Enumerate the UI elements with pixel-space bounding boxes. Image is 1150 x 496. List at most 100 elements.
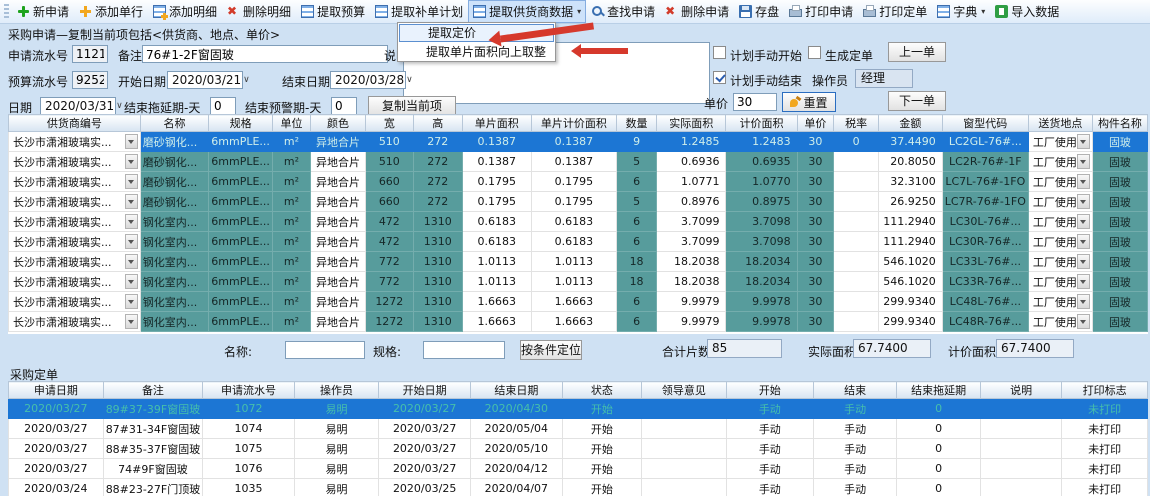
chevron-down-icon[interactable]	[1077, 274, 1090, 289]
cell[interactable]: 272	[413, 132, 462, 152]
cell[interactable]: 2020/03/27	[379, 439, 471, 459]
cell[interactable]: 手动	[726, 419, 813, 439]
cell[interactable]: 18	[617, 272, 657, 292]
cell[interactable]: 1.0770	[726, 172, 797, 192]
cell[interactable]: 1.0113	[531, 252, 617, 272]
delivery-dropdown-cell[interactable]: 工厂使用	[1028, 132, 1092, 152]
chevron-down-icon[interactable]	[125, 194, 138, 209]
cell[interactable]: 磨砂钢化...	[140, 172, 208, 192]
cell[interactable]: 20.8050	[879, 152, 943, 172]
supplier-dropdown-cell[interactable]: 长沙市潇湘玻璃实...	[9, 132, 141, 152]
cell[interactable]: 固玻	[1092, 152, 1147, 172]
chevron-down-icon[interactable]	[125, 314, 138, 329]
table-row[interactable]: 2020/03/2774#9F窗固玻1076易明2020/03/272020/0…	[9, 459, 1148, 479]
cell[interactable]: 6mmPLE...	[209, 152, 273, 172]
cell[interactable]: 手动	[726, 439, 813, 459]
column-header[interactable]: 单价	[797, 115, 833, 132]
cell[interactable]: 钢化室内...	[140, 312, 208, 332]
cell[interactable]: 6mmPLE...	[209, 292, 273, 312]
cell[interactable]: m²	[272, 172, 310, 192]
cell[interactable]: 30	[797, 132, 833, 152]
cell[interactable]: 1.0113	[462, 252, 531, 272]
cell[interactable]: LC7R-76#-1FO	[942, 192, 1028, 212]
cell[interactable]: 固玻	[1092, 252, 1147, 272]
chevron-down-icon[interactable]	[125, 294, 138, 309]
cell[interactable]: 5	[617, 192, 657, 212]
cell[interactable]: 未打印	[1062, 479, 1148, 496]
print-request-button[interactable]: 打印申请	[784, 0, 858, 23]
delivery-dropdown-cell[interactable]: 工厂使用	[1028, 272, 1092, 292]
cell[interactable]: 磨砂钢化...	[140, 132, 208, 152]
table-row[interactable]: 2020/03/2789#37-39F窗固玻1072易明2020/03/2720…	[9, 399, 1148, 419]
cell[interactable]: 2020/05/04	[471, 419, 563, 439]
cell[interactable]: 6mmPLE...	[209, 192, 273, 212]
cell[interactable]	[981, 439, 1062, 459]
cell[interactable]: 660	[366, 192, 414, 212]
delivery-dropdown-cell[interactable]: 工厂使用	[1028, 152, 1092, 172]
delivery-dropdown-cell[interactable]: 工厂使用	[1028, 172, 1092, 192]
cell[interactable]: 6	[617, 232, 657, 252]
filter-name-field[interactable]	[285, 341, 365, 359]
cell[interactable]: 6mmPLE...	[209, 272, 273, 292]
cell[interactable]: 510	[366, 152, 414, 172]
cell[interactable]: 异地合片	[311, 252, 366, 272]
cell[interactable]: 0.1387	[531, 132, 617, 152]
cell[interactable]	[834, 192, 879, 212]
chevron-down-icon[interactable]	[1077, 294, 1090, 309]
manual-start-checkbox[interactable]	[713, 46, 726, 59]
cell[interactable]: 6mmPLE...	[209, 312, 273, 332]
column-header[interactable]: 名称	[140, 115, 208, 132]
cell[interactable]: 未打印	[1062, 439, 1148, 459]
cell[interactable]: LC48R-76#...	[942, 312, 1028, 332]
column-header[interactable]: 数量	[617, 115, 657, 132]
cell[interactable]: 手动	[813, 439, 896, 459]
column-header[interactable]: 供货商编号	[9, 115, 141, 132]
cell[interactable]: 2020/03/27	[379, 459, 471, 479]
cell[interactable]: 9	[617, 132, 657, 152]
column-header[interactable]: 说明	[981, 382, 1062, 399]
column-header[interactable]: 申请日期	[9, 382, 104, 399]
cell[interactable]: m²	[272, 192, 310, 212]
chevron-down-icon[interactable]	[1077, 194, 1090, 209]
column-header[interactable]: 计价面积	[726, 115, 797, 132]
cell[interactable]: 0.1795	[531, 192, 617, 212]
cell[interactable]: 2020/03/27	[379, 419, 471, 439]
cell[interactable]: 9.9979	[656, 292, 725, 312]
table-row[interactable]: 2020/03/2788#35-37F窗固玻1075易明2020/03/2720…	[9, 439, 1148, 459]
new-request-button[interactable]: 新申请	[12, 0, 74, 23]
cell[interactable]: 18.2034	[726, 252, 797, 272]
cell[interactable]: 37.4490	[879, 132, 943, 152]
cell[interactable]: 固玻	[1092, 192, 1147, 212]
cell[interactable]: 2020/03/27	[9, 419, 104, 439]
cell[interactable]	[981, 479, 1062, 496]
cell[interactable]: 1.6663	[531, 312, 617, 332]
cell[interactable]: 0.6935	[726, 152, 797, 172]
cell[interactable]: 0.1795	[531, 172, 617, 192]
cell[interactable]: 1272	[366, 292, 414, 312]
cell[interactable]: 3.7099	[656, 212, 725, 232]
cell[interactable]: 9.9978	[726, 312, 797, 332]
locate-button[interactable]: 按条件定位	[520, 340, 582, 360]
delivery-dropdown-cell[interactable]: 工厂使用	[1028, 232, 1092, 252]
filter-spec-field[interactable]	[423, 341, 505, 359]
cell[interactable]: 0.8976	[656, 192, 725, 212]
cell[interactable]: 0	[897, 419, 981, 439]
supplier-dropdown-cell[interactable]: 长沙市潇湘玻璃实...	[9, 152, 141, 172]
cell[interactable]: 30	[797, 272, 833, 292]
cell[interactable]: 固玻	[1092, 172, 1147, 192]
cell[interactable]: 2020/03/27	[9, 439, 104, 459]
delivery-dropdown-cell[interactable]: 工厂使用	[1028, 312, 1092, 332]
cell[interactable]: 0	[897, 399, 981, 419]
cell[interactable]	[642, 399, 727, 419]
cell[interactable]: 1075	[203, 439, 295, 459]
cell[interactable]: 74#9F窗固玻	[103, 459, 203, 479]
column-header[interactable]: 备注	[103, 382, 203, 399]
cell[interactable]: 6mmPLE...	[209, 252, 273, 272]
add-detail-button[interactable]: 添加明细	[148, 0, 222, 23]
cell[interactable]	[981, 459, 1062, 479]
cell[interactable]: LC2R-76#-1F	[942, 152, 1028, 172]
cell[interactable]: 易明	[294, 479, 378, 496]
cell[interactable]: 1076	[203, 459, 295, 479]
cell[interactable]: 3.7098	[726, 232, 797, 252]
cell[interactable]: 1310	[413, 252, 462, 272]
